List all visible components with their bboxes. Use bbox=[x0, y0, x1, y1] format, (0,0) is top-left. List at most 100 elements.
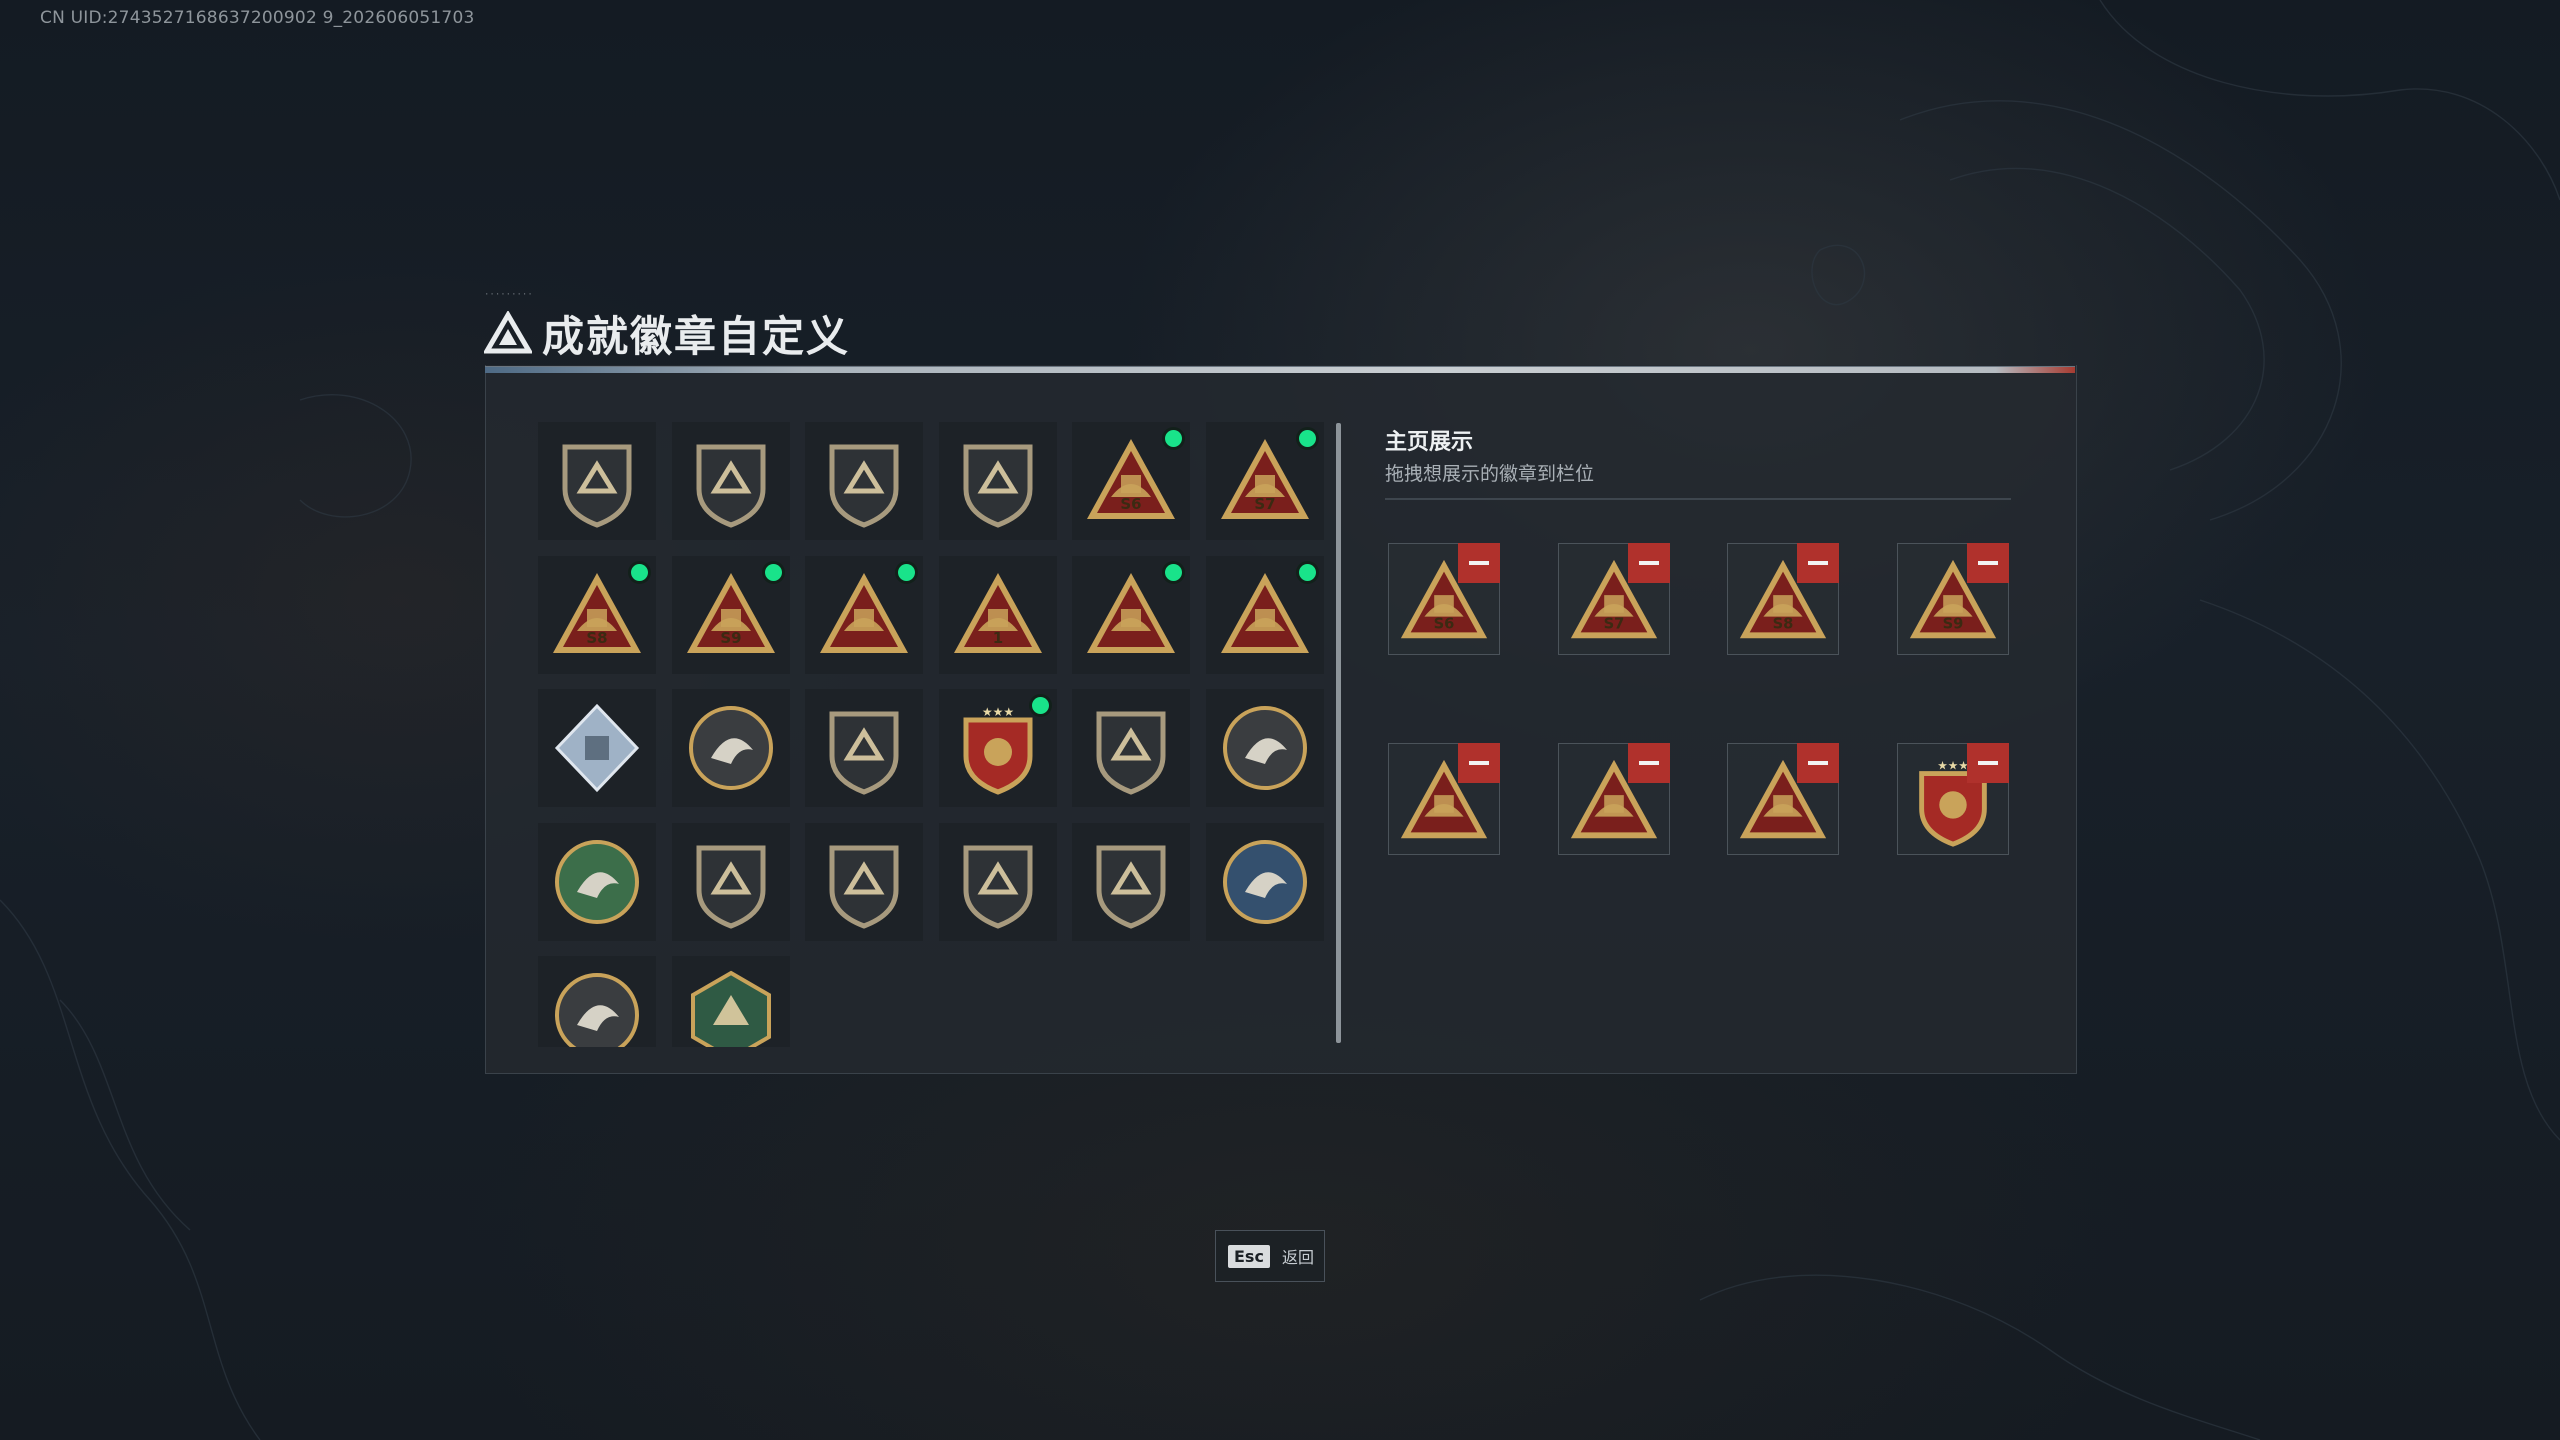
badge-cell[interactable] bbox=[538, 956, 656, 1047]
triangle-logo-shield-icon bbox=[562, 444, 632, 528]
remove-badge-button[interactable] bbox=[1797, 743, 1839, 783]
crest-shield-icon bbox=[829, 711, 899, 795]
display-slot[interactable] bbox=[1388, 743, 1500, 855]
remove-badge-button[interactable] bbox=[1458, 743, 1500, 783]
masked-man-coin-icon bbox=[1222, 706, 1307, 790]
badge-cell[interactable] bbox=[671, 689, 790, 807]
esc-key-icon: Esc bbox=[1228, 1244, 1270, 1268]
silver-diamond-icon bbox=[554, 703, 640, 793]
remove-badge-button[interactable] bbox=[1966, 543, 2009, 583]
season-56-triangle-icon: S6 bbox=[1087, 439, 1175, 519]
rifle-shield-icon bbox=[829, 845, 899, 929]
svg-text:S7: S7 bbox=[1603, 615, 1624, 632]
new-indicator-icon bbox=[898, 563, 915, 581]
badge-cell[interactable] bbox=[671, 822, 790, 941]
red-crest-icon: ★★★ bbox=[963, 705, 1032, 795]
badge-cell[interactable] bbox=[671, 422, 790, 540]
badge-cell[interactable] bbox=[938, 422, 1057, 540]
badge-cell[interactable] bbox=[538, 422, 656, 540]
season-57-triangle-icon: S7 bbox=[1220, 439, 1309, 519]
green-hornet-hexagon-icon bbox=[690, 970, 771, 1047]
badge-cell[interactable] bbox=[538, 689, 656, 807]
badge-cell[interactable] bbox=[1205, 822, 1324, 941]
sniper-shield-icon bbox=[963, 845, 1032, 929]
wings-triangle-icon bbox=[820, 572, 908, 653]
remove-badge-button[interactable] bbox=[1627, 743, 1670, 783]
badge-cell[interactable] bbox=[805, 555, 923, 674]
display-slot[interactable] bbox=[1727, 743, 1839, 855]
badge-cell[interactable] bbox=[1205, 555, 1324, 674]
back-button-label: 返回 bbox=[1281, 1248, 1314, 1267]
svg-text:★★★: ★★★ bbox=[981, 705, 1013, 719]
badge-cell[interactable] bbox=[805, 689, 923, 807]
scrollbar[interactable] bbox=[1336, 423, 1341, 1043]
eagle-coin-icon bbox=[555, 973, 639, 1047]
page-title: 成就徽章自定义 bbox=[542, 311, 851, 361]
panel-top-border bbox=[485, 366, 2075, 373]
display-slot[interactable]: S6 bbox=[1388, 543, 1500, 655]
season-59-triangle-icon: S9 bbox=[686, 572, 775, 653]
display-slot[interactable]: S9 bbox=[1896, 543, 2009, 655]
badge-cell[interactable]: S8 bbox=[538, 555, 656, 674]
badge-cell[interactable] bbox=[805, 422, 923, 540]
display-slot[interactable] bbox=[1557, 743, 1670, 855]
badge-cell[interactable] bbox=[805, 822, 923, 941]
new-indicator-icon bbox=[1165, 430, 1182, 447]
new-indicator-icon bbox=[764, 563, 782, 581]
badge-cell[interactable] bbox=[1072, 555, 1190, 674]
new-indicator-icon bbox=[631, 563, 648, 581]
page-header: ········· 成就徽章自定义 bbox=[484, 290, 851, 366]
badge-cell[interactable] bbox=[1072, 689, 1190, 807]
badge-cell[interactable]: 1 bbox=[938, 555, 1057, 674]
badge-cell[interactable] bbox=[1072, 822, 1190, 941]
display-divider bbox=[1385, 498, 2011, 500]
display-slot[interactable]: S7 bbox=[1557, 543, 1670, 655]
skull-shield-icon bbox=[1096, 711, 1166, 795]
delta-logo-icon bbox=[484, 311, 532, 354]
new-indicator-icon bbox=[1031, 697, 1049, 714]
badge-cell[interactable]: ★★★ bbox=[938, 689, 1057, 807]
badge-cell[interactable]: S9 bbox=[671, 555, 790, 674]
display-section-subtitle: 拖拽想展示的徽章到栏位 bbox=[1385, 463, 1595, 485]
soldier-triangle-icon bbox=[1220, 572, 1309, 653]
diamond-emblem-shield-icon bbox=[829, 444, 899, 528]
badge-grid: S6 S7 S8 S9 1 ★★★ bbox=[538, 422, 1328, 1047]
blue-crosshair-shield-icon bbox=[696, 845, 765, 929]
remove-badge-button[interactable] bbox=[1627, 543, 1670, 583]
display-slot[interactable]: ★★★ bbox=[1896, 743, 2009, 855]
new-indicator-icon bbox=[1298, 563, 1316, 581]
remove-badge-button[interactable] bbox=[1458, 543, 1500, 583]
operator-triangle-icon bbox=[1087, 572, 1175, 653]
badge-cell[interactable] bbox=[938, 822, 1057, 941]
title-decoration: ········· bbox=[484, 290, 533, 300]
svg-text:S8: S8 bbox=[586, 629, 607, 647]
gold-crosshair-crest-icon bbox=[1096, 845, 1166, 929]
uid-label: CN UID:2743527168637200902 9_20260605170… bbox=[40, 8, 475, 28]
helicopter-shield-icon bbox=[696, 444, 765, 528]
svg-text:★★★: ★★★ bbox=[1937, 759, 1969, 773]
back-button[interactable]: Esc 返回 bbox=[1215, 1230, 1325, 1282]
remove-badge-button[interactable] bbox=[1966, 743, 2009, 783]
blade-shield-icon bbox=[963, 444, 1032, 528]
blue-eagle-coin-icon bbox=[1222, 839, 1307, 924]
season-58-triangle-icon: S8 bbox=[553, 572, 641, 653]
badge-cell[interactable] bbox=[538, 822, 656, 941]
new-indicator-icon bbox=[1165, 563, 1182, 581]
svg-text:S6: S6 bbox=[1434, 615, 1455, 632]
new-indicator-icon bbox=[1298, 430, 1316, 447]
display-slot[interactable]: S8 bbox=[1727, 543, 1839, 655]
svg-text:S9: S9 bbox=[1942, 615, 1963, 632]
badge-cell[interactable] bbox=[671, 956, 790, 1047]
green-clover-medal-icon bbox=[555, 839, 639, 924]
display-section-title: 主页展示 bbox=[1385, 430, 1474, 455]
svg-text:S9: S9 bbox=[720, 629, 741, 647]
badge-cell[interactable] bbox=[1205, 689, 1324, 807]
badge-cell[interactable]: S6 bbox=[1072, 422, 1190, 540]
svg-text:S8: S8 bbox=[1773, 615, 1794, 632]
star-medal-icon bbox=[688, 706, 773, 790]
svg-text:1: 1 bbox=[992, 629, 1002, 647]
badge-cell[interactable]: S7 bbox=[1205, 422, 1324, 540]
remove-badge-button[interactable] bbox=[1797, 543, 1839, 583]
svg-text:S7: S7 bbox=[1254, 495, 1275, 513]
rank-one-triangle-icon: 1 bbox=[953, 572, 1042, 653]
